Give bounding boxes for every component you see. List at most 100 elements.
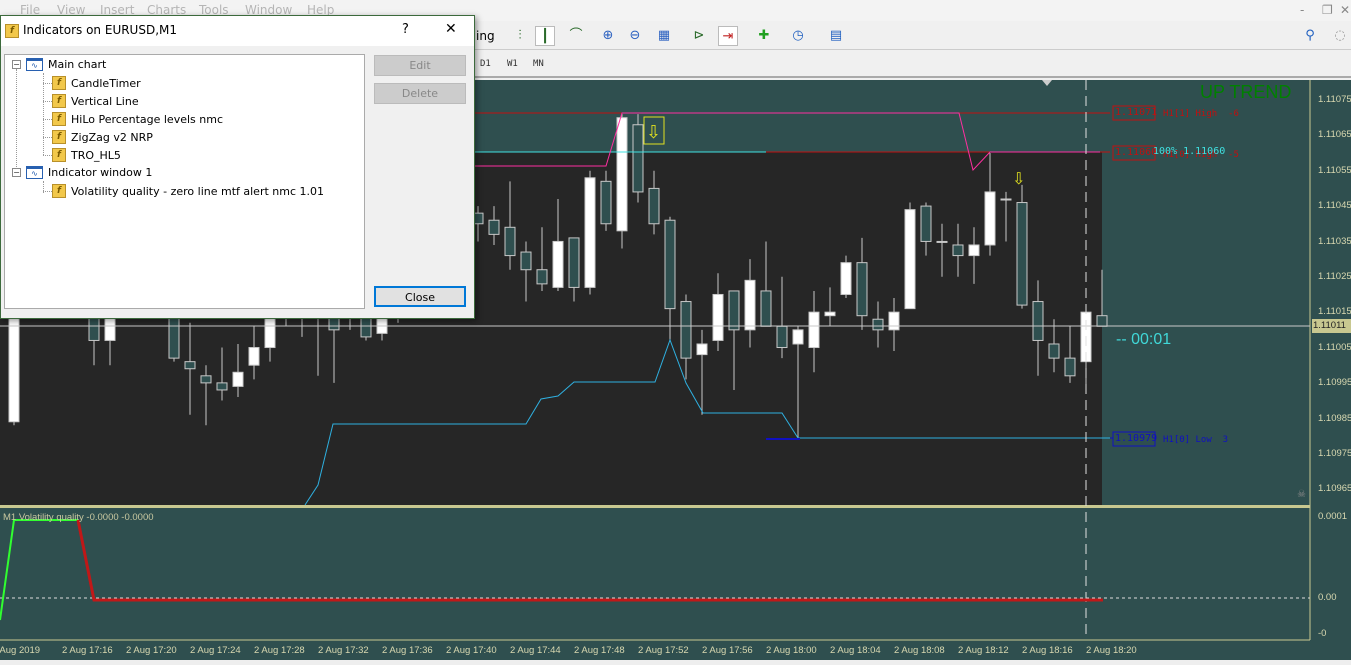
candle [616,114,628,249]
collapse-icon[interactable]: − [12,60,21,69]
tree-item-indicator[interactable]: f CandleTimer [52,76,141,90]
candle-body [632,124,644,193]
indicators-icon: f [5,24,19,38]
candle-body [200,375,212,384]
chart-shift-marker[interactable] [1042,80,1052,86]
tree-item-indicator[interactable]: f TRO_HL5 [52,148,121,162]
time-axis-label: 2 Aug 17:20 [126,645,177,656]
pane-separator[interactable] [0,505,1310,508]
time-axis-label: 2 Aug 17:32 [318,645,369,656]
candle-body [248,347,260,366]
delete-button[interactable]: Delete [374,83,466,104]
candle-body [696,343,708,356]
time-axis-label: 2 Aug 17:44 [510,645,561,656]
candle-body [744,279,756,331]
candle-body [536,269,548,285]
tree-item-indicator[interactable]: f Vertical Line [52,94,139,108]
tree-node-main-chart[interactable]: − ∿ Main chart [12,58,106,71]
candle-body [952,244,964,257]
candle-body [504,226,516,257]
time-axis-label: 2 Aug 18:04 [830,645,881,656]
candle-body [888,311,900,331]
indicator-icon: f [52,148,66,162]
candle-body [904,209,916,310]
price-axis-label: 1.11015 [1318,306,1351,318]
time-axis-label: 2 Aug 2019 [0,645,41,656]
candle-body [616,117,628,232]
candle-body [520,251,532,271]
indicator-label: M1 Volatility quality -0.0000 -0.0000 [3,512,154,523]
indicator-icon: f [52,112,66,126]
indicator-tree: − ∿ Main chart f CandleTimer f Vertical Line… [4,54,365,309]
candle-timer: -- 00:01 [1116,331,1172,348]
indicator-axis-label: -0 [1318,628,1327,639]
down-arrow-icon: ⇩ [1012,169,1025,188]
candle-body [792,329,804,345]
price-axis-label: 1.11065 [1318,129,1351,141]
candle-body [872,318,884,331]
time-axis-label: 2 Aug 17:28 [254,645,305,656]
time-axis-label: 2 Aug 17:40 [446,645,497,656]
help-button[interactable]: ? [402,22,409,37]
candle-body [968,244,980,257]
price-axis-label: 1.10995 [1318,377,1351,389]
time-axis-label: 2 Aug 18:00 [766,645,817,656]
price-axis-label: 1.11075 [1318,94,1351,105]
time-axis-label: 2 Aug 17:16 [62,645,113,656]
price-axis-label: 1.11045 [1318,200,1351,212]
candle-body [856,262,868,317]
candle-body [552,240,564,288]
tree-item-indicator[interactable]: f HiLo Percentage levels nmc [52,112,223,126]
candle-body [1016,202,1028,306]
candle-body [1000,198,1012,201]
chart-window-icon: ∿ [26,166,43,179]
h1-0-low-label: H1[0] Low 3 [1163,435,1229,445]
candle-body [1096,315,1108,327]
price-axis-label: 1.11035 [1318,235,1351,247]
candle-body [728,290,740,331]
time-axis-label: 2 Aug 18:16 [1022,645,1073,656]
current-price-label: 1.11011 [1313,320,1346,331]
price-axis-label: 1.10965 [1318,483,1351,495]
candle-body [232,371,244,387]
tree-item-indicator[interactable]: f ZigZag v2 NRP [52,130,153,144]
chart-window-icon: ∿ [26,58,43,71]
collapse-icon[interactable]: − [12,168,21,177]
candle-body [920,205,932,242]
tree-node-indicator-window[interactable]: − ∿ Indicator window 1 [12,166,152,179]
price-axis-label: 1.11055 [1318,164,1351,176]
pct100-label: 100% 1.11060 [1153,146,1226,157]
candle-body [760,290,772,327]
candle-body [1048,343,1060,359]
candle-body [648,187,660,225]
close-button[interactable]: Close [374,286,466,307]
vq-down-line [76,519,1103,602]
candle-body [824,311,836,317]
candle-body [216,382,228,391]
h1-0-low-price: 1.10979 [1115,433,1158,444]
trend-label: UP TREND [1200,82,1292,102]
skull-icon: ☠ [1297,489,1306,500]
dialog-close-icon[interactable]: ✕ [445,21,457,37]
price-axis-label: 1.11005 [1318,341,1351,353]
candle-body [1032,301,1044,341]
candle-body [488,219,500,235]
time-axis-label: 2 Aug 17:24 [190,645,241,656]
candle-body [776,325,788,349]
dialog-title-bar[interactable]: f Indicators on EURUSD,M1 ? ✕ [1,16,474,46]
time-axis-label: 2 Aug 17:56 [702,645,753,656]
time-axis-label: 2 Aug 18:08 [894,645,945,656]
indicator-axis-label: 0.0001 [1318,511,1348,522]
candle-body [840,262,852,295]
h1-1-high-price: 1.11071 [1115,107,1158,118]
candle-body [568,237,580,288]
indicator-icon: f [52,94,66,108]
time-axis-label: 2 Aug 18:20 [1086,645,1137,656]
edit-button[interactable]: Edit [374,55,466,76]
indicators-dialog: f Indicators on EURUSD,M1 ? ✕ − ∿ Main cha… [0,15,475,319]
candle-body [184,361,196,370]
price-axis-label: 1.10975 [1318,448,1351,459]
indicator-icon: f [52,184,66,198]
tree-item-indicator[interactable]: f Volatility quality - zero line mtf aler… [52,184,324,198]
dialog-title: Indicators on EURUSD,M1 [23,23,178,37]
